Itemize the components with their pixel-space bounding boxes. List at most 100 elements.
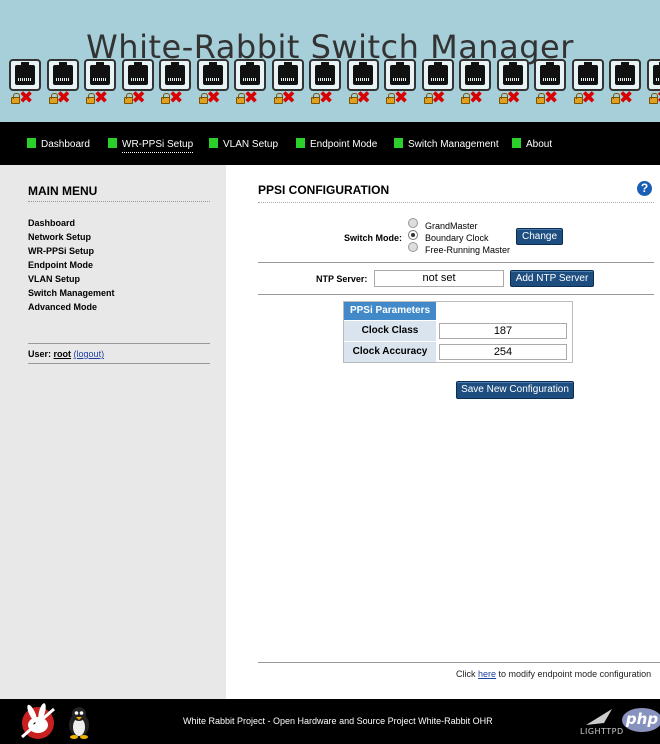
ethernet-port-icon (9, 59, 41, 91)
disconnected-x-icon: ✖ (506, 88, 521, 108)
nav-item-vlan-setup[interactable]: VLAN Setup (209, 138, 278, 152)
endpoint-mode-note: Click here to modify endpoint mode confi… (456, 669, 651, 679)
change-mode-button[interactable]: Change (516, 228, 563, 245)
disconnected-x-icon: ✖ (169, 88, 184, 108)
sidebar-item-network-setup[interactable]: Network Setup (28, 230, 115, 244)
php-logo: php (622, 708, 660, 732)
divider (28, 201, 210, 202)
tux-penguin-logo-icon (69, 707, 89, 739)
port-13: ✖ (459, 59, 493, 111)
port-11: ✖ (384, 59, 418, 111)
nav-item-endpoint-mode[interactable]: Endpoint Mode (296, 138, 377, 152)
port-7: ✖ (234, 59, 268, 111)
disconnected-x-icon: ✖ (244, 88, 259, 108)
disconnected-x-icon: ✖ (469, 88, 484, 108)
disconnected-x-icon: ✖ (581, 88, 596, 108)
radio-grandmaster[interactable] (408, 218, 418, 228)
sidebar-item-endpoint-mode[interactable]: Endpoint Mode (28, 258, 115, 272)
ethernet-port-icon (496, 59, 529, 91)
clock-class-label: Clock Class (344, 321, 436, 341)
disconnected-x-icon: ✖ (619, 88, 634, 108)
port-9: ✖ (309, 59, 343, 111)
ethernet-port-icon (234, 59, 266, 91)
disconnected-x-icon: ✖ (657, 90, 660, 107)
disconnected-x-icon: ✖ (319, 88, 334, 108)
ethernet-port-icon (346, 59, 379, 91)
ethernet-port-icon (384, 59, 416, 91)
port-14: ✖ (496, 59, 531, 111)
lighttpd-logo: LIGHTTPD (580, 707, 623, 739)
clock-accuracy-label: Clock Accuracy (344, 342, 436, 362)
divider (28, 363, 210, 364)
save-configuration-button[interactable]: Save New Configuration (456, 381, 574, 399)
port-15: ✖ (534, 59, 568, 111)
note-prefix: Click (456, 669, 476, 679)
switch-ports: ✖ ✖ ✖ ✖ ✖ ✖ ✖ ✖ ✖ ✖ ✖ ✖ ✖ ✖ ✖ ✖ ✖ ✖ (0, 59, 660, 119)
disconnected-x-icon: ✖ (544, 88, 559, 108)
disconnected-x-icon: ✖ (356, 88, 371, 108)
ntp-server-label: NTP Server: (316, 274, 368, 284)
ethernet-port-icon (84, 59, 116, 91)
green-square-icon (296, 138, 305, 148)
nav-item-switch-management[interactable]: Switch Management (394, 138, 499, 152)
disconnected-x-icon: ✖ (131, 88, 146, 108)
green-square-icon (394, 138, 403, 148)
help-icon[interactable]: ? (637, 181, 652, 196)
user-prefix: User: (28, 349, 52, 359)
clock-accuracy-input[interactable]: 254 (439, 344, 567, 360)
disconnected-x-icon: ✖ (94, 88, 109, 108)
nav-item-wr-ppsi-setup[interactable]: WR-PPSi Setup (108, 138, 194, 153)
port-1: ✖ (9, 59, 43, 111)
port-6: ✖ (196, 59, 231, 111)
clock-class-input[interactable]: 187 (439, 323, 567, 339)
lighttpd-feather-icon (586, 709, 612, 725)
sidebar-item-advanced-mode[interactable]: Advanced Mode (28, 300, 115, 314)
ethernet-port-icon (159, 59, 191, 91)
radio-boundary-clock[interactable] (408, 230, 418, 240)
note-suffix: to modify endpoint mode configuration (498, 669, 652, 679)
radio-free-running-master[interactable] (408, 242, 418, 252)
green-square-icon (512, 138, 521, 148)
port-5: ✖ (159, 59, 193, 111)
port-12: ✖ (421, 59, 456, 111)
ethernet-port-icon (196, 59, 229, 91)
green-square-icon (209, 138, 218, 148)
disconnected-x-icon: ✖ (431, 88, 446, 108)
disconnected-x-icon: ✖ (281, 88, 296, 108)
sidebar-item-dashboard[interactable]: Dashboard (28, 216, 115, 230)
disconnected-x-icon: ✖ (206, 88, 221, 108)
sidebar-menu: Dashboard Network Setup WR-PPSi Setup En… (28, 216, 115, 314)
disconnected-x-icon: ✖ (56, 88, 71, 108)
sidebar: MAIN MENU Dashboard Network Setup WR-PPS… (0, 165, 226, 699)
port-17: ✖ (609, 59, 643, 111)
radio-label-grandmaster: GrandMaster (425, 221, 478, 231)
endpoint-mode-link[interactable]: here (478, 669, 496, 679)
ethernet-port-icon (646, 59, 660, 91)
ntp-server-input[interactable]: not set (374, 270, 504, 287)
switch-mode-label: Switch Mode: (344, 233, 402, 243)
green-square-icon (27, 138, 36, 148)
footer: White Rabbit Project - Open Hardware and… (0, 699, 660, 744)
sidebar-item-switch-management[interactable]: Switch Management (28, 286, 115, 300)
nav-item-dashboard[interactable]: Dashboard (27, 138, 90, 152)
sidebar-item-wr-ppsi-setup[interactable]: WR-PPSi Setup (28, 244, 115, 258)
ethernet-port-icon (46, 59, 79, 91)
logout-link[interactable]: (logout) (74, 349, 105, 359)
radio-label-boundary-clock: Boundary Clock (425, 233, 489, 243)
port-16: ✖ (571, 59, 606, 111)
footer-text: White Rabbit Project - Open Hardware and… (183, 716, 493, 726)
ethernet-port-icon (534, 59, 566, 91)
ethernet-port-icon (309, 59, 341, 91)
port-10: ✖ (346, 59, 381, 111)
user-name-link[interactable]: root (54, 349, 72, 359)
add-ntp-server-button[interactable]: Add NTP Server (510, 270, 594, 287)
disconnected-x-icon: ✖ (394, 88, 409, 108)
ethernet-port-icon (271, 59, 304, 91)
divider (258, 294, 654, 295)
page-title: PPSI CONFIGURATION (258, 183, 390, 197)
ethernet-port-icon (121, 59, 154, 91)
port-3: ✖ (84, 59, 118, 111)
sidebar-item-vlan-setup[interactable]: VLAN Setup (28, 272, 115, 286)
nav-item-about[interactable]: About (512, 138, 552, 152)
port-8: ✖ (271, 59, 306, 111)
